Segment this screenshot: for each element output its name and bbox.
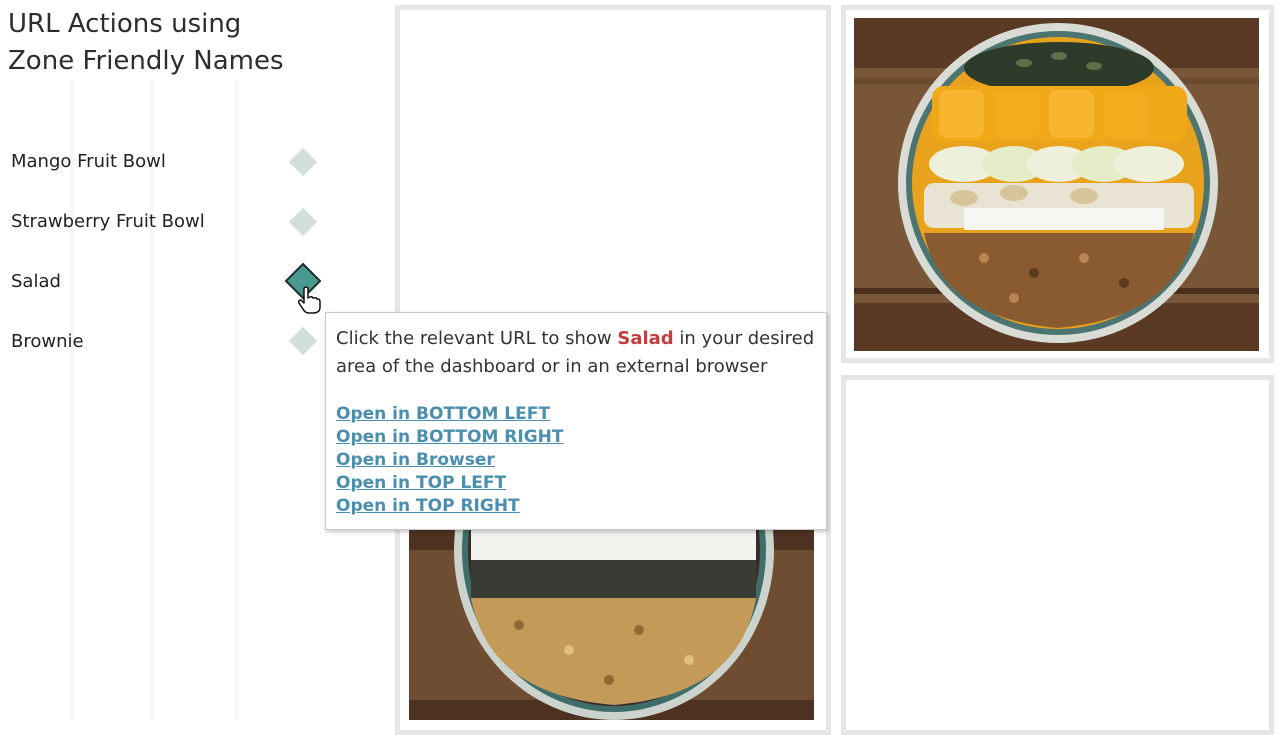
link-open-top-left[interactable]: Open in TOP LEFT [336, 472, 816, 495]
link-open-bottom-right[interactable]: Open in BOTTOM RIGHT [336, 426, 816, 449]
hand-pointer-icon [298, 286, 321, 314]
link-open-bottom-left[interactable]: Open in BOTTOM LEFT [336, 403, 816, 426]
link-open-browser[interactable]: Open in Browser [336, 449, 816, 472]
mark-diamond-strawberry[interactable] [288, 207, 318, 237]
link-open-top-right[interactable]: Open in TOP RIGHT [336, 495, 816, 518]
list-item-mango-fruit-bowl[interactable]: Mango Fruit Bowl [11, 151, 166, 172]
mark-diamond-brownie[interactable] [288, 326, 318, 356]
mark-diamond-mango[interactable] [288, 147, 318, 177]
zone-bottom-right-panel [841, 375, 1274, 735]
url-actions-tooltip: Click the relevant URL to show Salad in … [325, 312, 827, 530]
tooltip-link-list: Open in BOTTOM LEFT Open in BOTTOM RIGHT… [336, 403, 816, 518]
list-item-strawberry-fruit-bowl[interactable]: Strawberry Fruit Bowl [11, 211, 205, 232]
background-column [70, 80, 74, 720]
background-column [235, 80, 239, 720]
dashboard-title-line-1: URL Actions using [8, 9, 242, 39]
list-item-salad[interactable]: Salad [11, 271, 61, 292]
background-column [150, 80, 154, 720]
tooltip-text-before: Click the relevant URL to show [336, 328, 618, 349]
tooltip-selected-item: Salad [617, 328, 674, 349]
tooltip-description: Click the relevant URL to show Salad in … [336, 325, 816, 381]
fruit-bowl-image [854, 18, 1259, 351]
list-item-brownie[interactable]: Brownie [11, 331, 84, 352]
salad-bowl-image [409, 530, 814, 720]
dashboard-title-line-2: Zone Friendly Names [8, 46, 284, 76]
dashboard-title: URL Actions using Zone Friendly Names [8, 6, 308, 80]
